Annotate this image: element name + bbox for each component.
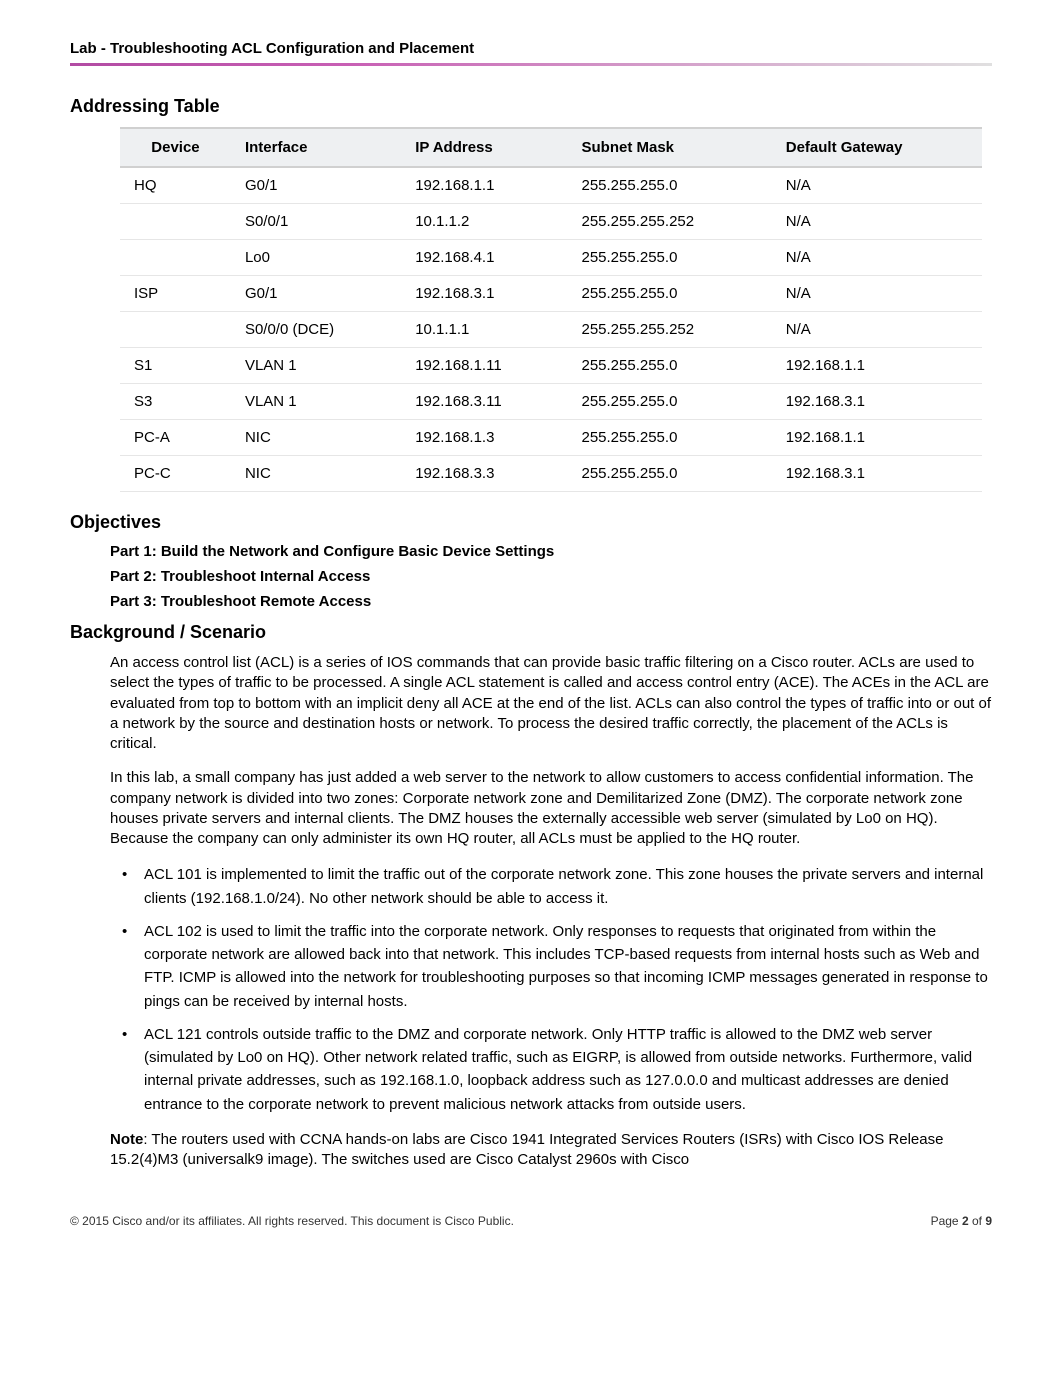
table-row: PC-ANIC192.168.1.3255.255.255.0192.168.1… xyxy=(120,420,982,456)
page-footer: © 2015 Cisco and/or its affiliates. All … xyxy=(70,1214,992,1228)
bullet-item: ACL 102 is used to limit the traffic int… xyxy=(122,920,992,1013)
table-cell: G0/1 xyxy=(231,276,401,312)
table-row: S0/0/110.1.1.2255.255.255.252N/A xyxy=(120,204,982,240)
table-cell xyxy=(120,312,231,348)
col-ip: IP Address xyxy=(401,128,567,167)
col-gateway: Default Gateway xyxy=(772,128,982,167)
footer-page-prefix: Page xyxy=(931,1214,962,1228)
table-cell: 10.1.1.2 xyxy=(401,204,567,240)
table-cell: 255.255.255.0 xyxy=(567,348,771,384)
objective-item: Part 2: Troubleshoot Internal Access xyxy=(110,568,992,585)
footer-page-of: of xyxy=(969,1214,986,1228)
note-paragraph: Note: The routers used with CCNA hands-o… xyxy=(110,1130,992,1171)
table-cell: S0/0/0 (DCE) xyxy=(231,312,401,348)
table-cell: S1 xyxy=(120,348,231,384)
table-row: HQG0/1192.168.1.1255.255.255.0N/A xyxy=(120,167,982,204)
table-cell: ISP xyxy=(120,276,231,312)
table-header-row: Device Interface IP Address Subnet Mask … xyxy=(120,128,982,167)
table-cell: PC-C xyxy=(120,456,231,492)
table-cell: 255.255.255.0 xyxy=(567,420,771,456)
footer-page-num: 2 xyxy=(962,1214,969,1228)
table-cell xyxy=(120,204,231,240)
footer-page: Page 2 of 9 xyxy=(931,1214,992,1228)
addressing-table: Device Interface IP Address Subnet Mask … xyxy=(120,127,982,492)
table-cell: S0/0/1 xyxy=(231,204,401,240)
table-cell: 192.168.3.1 xyxy=(772,456,982,492)
background-heading: Background / Scenario xyxy=(70,622,992,643)
table-cell: 192.168.1.3 xyxy=(401,420,567,456)
table-cell: VLAN 1 xyxy=(231,384,401,420)
objective-item: Part 1: Build the Network and Configure … xyxy=(110,543,992,560)
lab-header: Lab - Troubleshooting ACL Configuration … xyxy=(70,40,992,66)
table-cell: N/A xyxy=(772,312,982,348)
background-para-1: An access control list (ACL) is a series… xyxy=(110,653,992,754)
table-cell: 192.168.1.11 xyxy=(401,348,567,384)
table-cell: 255.255.255.0 xyxy=(567,276,771,312)
table-row: ISPG0/1192.168.3.1255.255.255.0N/A xyxy=(120,276,982,312)
table-cell: S3 xyxy=(120,384,231,420)
table-cell: 192.168.3.1 xyxy=(772,384,982,420)
footer-page-total: 9 xyxy=(985,1214,992,1228)
table-cell: 192.168.1.1 xyxy=(772,348,982,384)
table-cell: 192.168.1.1 xyxy=(772,420,982,456)
table-cell: 192.168.1.1 xyxy=(401,167,567,204)
col-mask: Subnet Mask xyxy=(567,128,771,167)
table-cell: 192.168.3.11 xyxy=(401,384,567,420)
bullet-item: ACL 101 is implemented to limit the traf… xyxy=(122,863,992,910)
table-cell: N/A xyxy=(772,204,982,240)
footer-copyright: © 2015 Cisco and/or its affiliates. All … xyxy=(70,1214,514,1228)
table-cell: NIC xyxy=(231,456,401,492)
table-row: S1VLAN 1192.168.1.11255.255.255.0192.168… xyxy=(120,348,982,384)
table-cell: 255.255.255.0 xyxy=(567,240,771,276)
table-cell: 255.255.255.0 xyxy=(567,456,771,492)
table-cell: Lo0 xyxy=(231,240,401,276)
table-cell: 192.168.3.1 xyxy=(401,276,567,312)
table-cell: 10.1.1.1 xyxy=(401,312,567,348)
objective-item: Part 3: Troubleshoot Remote Access xyxy=(110,593,992,610)
addressing-heading: Addressing Table xyxy=(70,96,992,117)
table-cell xyxy=(120,240,231,276)
col-device: Device xyxy=(120,128,231,167)
table-cell: N/A xyxy=(772,167,982,204)
bullet-item: ACL 121 controls outside traffic to the … xyxy=(122,1023,992,1116)
table-row: Lo0192.168.4.1255.255.255.0N/A xyxy=(120,240,982,276)
table-cell: 255.255.255.0 xyxy=(567,384,771,420)
table-cell: N/A xyxy=(772,276,982,312)
table-cell: 192.168.3.3 xyxy=(401,456,567,492)
objectives-heading: Objectives xyxy=(70,512,992,533)
table-cell: HQ xyxy=(120,167,231,204)
note-body: : The routers used with CCNA hands-on la… xyxy=(110,1131,943,1168)
table-cell: N/A xyxy=(772,240,982,276)
table-cell: NIC xyxy=(231,420,401,456)
table-cell: 255.255.255.0 xyxy=(567,167,771,204)
table-cell: G0/1 xyxy=(231,167,401,204)
background-para-2: In this lab, a small company has just ad… xyxy=(110,768,992,849)
table-row: PC-CNIC192.168.3.3255.255.255.0192.168.3… xyxy=(120,456,982,492)
note-label: Note xyxy=(110,1131,143,1148)
col-interface: Interface xyxy=(231,128,401,167)
table-cell: 255.255.255.252 xyxy=(567,204,771,240)
table-cell: 255.255.255.252 xyxy=(567,312,771,348)
table-cell: VLAN 1 xyxy=(231,348,401,384)
table-row: S3VLAN 1192.168.3.11255.255.255.0192.168… xyxy=(120,384,982,420)
table-row: S0/0/0 (DCE)10.1.1.1255.255.255.252N/A xyxy=(120,312,982,348)
table-cell: PC-A xyxy=(120,420,231,456)
table-cell: 192.168.4.1 xyxy=(401,240,567,276)
